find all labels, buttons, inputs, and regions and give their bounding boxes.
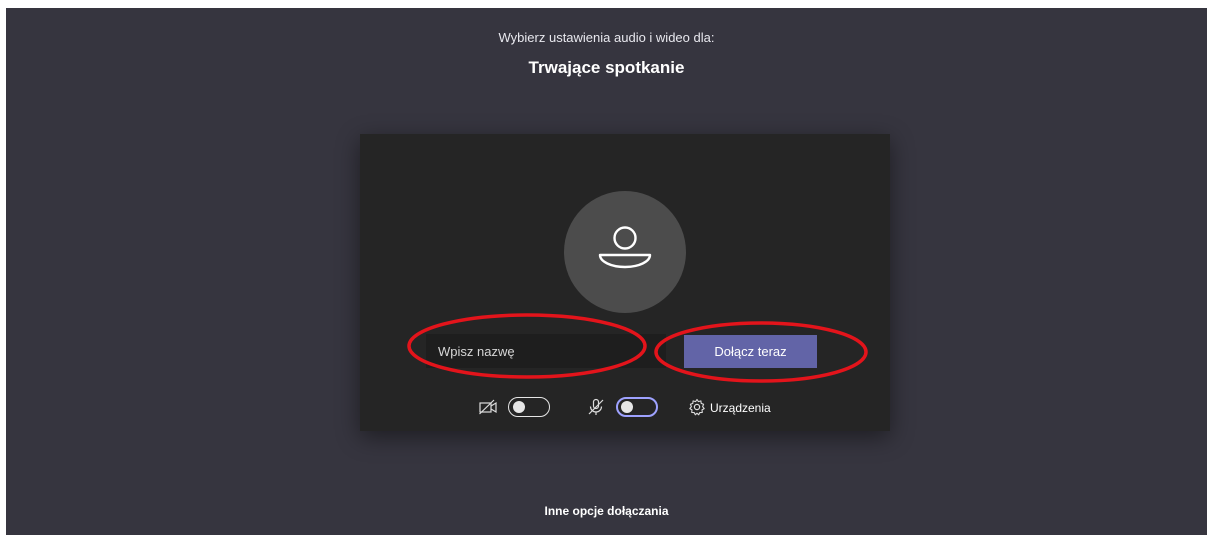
prejoin-subtitle: Wybierz ustawienia audio i wideo dla: <box>498 30 715 45</box>
devices-button[interactable]: Urządzenia <box>710 401 771 415</box>
name-input[interactable] <box>426 334 666 368</box>
meeting-title: Trwające spotkanie <box>528 58 685 77</box>
mic-toggle[interactable] <box>616 397 658 417</box>
preview-panel: Dołącz teraz <box>360 134 890 431</box>
camera-toggle[interactable] <box>508 397 550 417</box>
prejoin-screen: Wybierz ustawienia audio i wideo dla: Tr… <box>6 8 1207 535</box>
mic-toggle-knob <box>621 401 633 413</box>
avatar <box>564 191 686 313</box>
person-icon <box>598 226 652 269</box>
other-join-options-link[interactable]: Inne opcje dołączania <box>6 504 1207 518</box>
camera-toggle-knob <box>513 401 525 413</box>
media-controls: Urządzenia <box>360 396 890 420</box>
camera-off-icon <box>478 398 500 421</box>
gear-icon[interactable] <box>688 398 706 421</box>
join-now-button[interactable]: Dołącz teraz <box>684 335 817 368</box>
mic-off-icon <box>586 398 606 421</box>
